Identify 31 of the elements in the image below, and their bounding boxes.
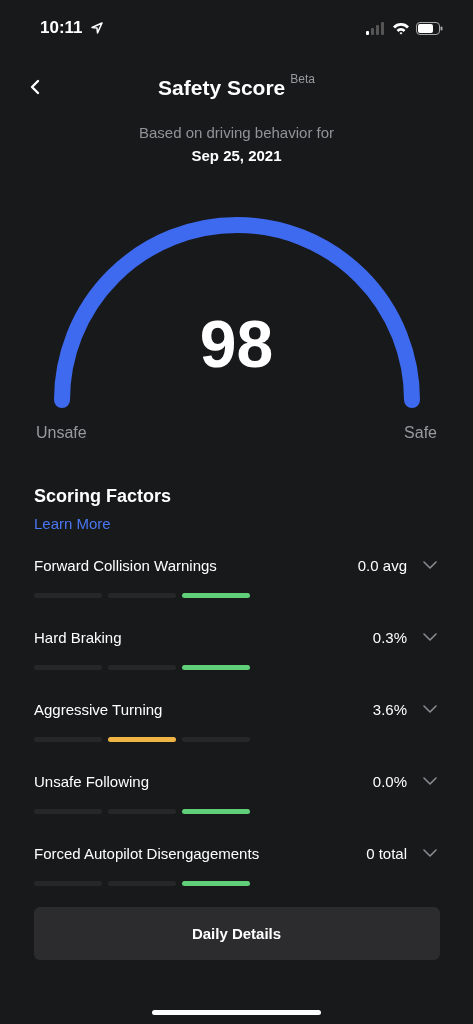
battery-icon xyxy=(416,21,443,35)
page-title: Safety Score xyxy=(158,76,286,100)
learn-more-link[interactable]: Learn More xyxy=(34,515,111,532)
factor-value: 0.3% xyxy=(372,628,407,646)
date-label: Sep 25, 2021 xyxy=(190,147,283,164)
factor-name: Forward Collision Warnings xyxy=(34,556,218,574)
daily-details-button[interactable]: Daily Details xyxy=(33,907,440,960)
chevron-down-icon[interactable] xyxy=(423,561,437,569)
signal-icon xyxy=(366,21,386,35)
factor-value: 3.6% xyxy=(372,700,407,718)
safety-score: 98 xyxy=(199,306,274,382)
factor-value: 0 total xyxy=(366,844,407,862)
factor-name: Hard Braking xyxy=(34,628,123,646)
subtitle: Based on driving behavior for xyxy=(137,124,336,141)
factor-value: 0.0% xyxy=(372,772,407,790)
section-title: Scoring Factors xyxy=(34,486,173,507)
chevron-down-icon[interactable] xyxy=(423,849,437,857)
beta-label: Beta xyxy=(290,72,315,86)
chevron-down-icon[interactable] xyxy=(423,777,437,785)
factor-name: Forced Autopilot Disengagements xyxy=(34,844,261,862)
factor-name: Aggressive Turning xyxy=(34,700,164,718)
status-time: 10:11 xyxy=(40,18,83,38)
wifi-icon xyxy=(392,21,410,35)
factor-value: 0.0 avg xyxy=(357,556,407,574)
chevron-down-icon[interactable] xyxy=(423,705,437,713)
unsafe-label: Unsafe xyxy=(36,424,87,442)
location-arrow-icon xyxy=(90,22,103,34)
safe-label: Safe xyxy=(404,424,437,442)
back-button[interactable] xyxy=(28,77,42,97)
factor-name: Unsafe Following xyxy=(34,772,151,790)
chevron-down-icon[interactable] xyxy=(423,633,437,641)
